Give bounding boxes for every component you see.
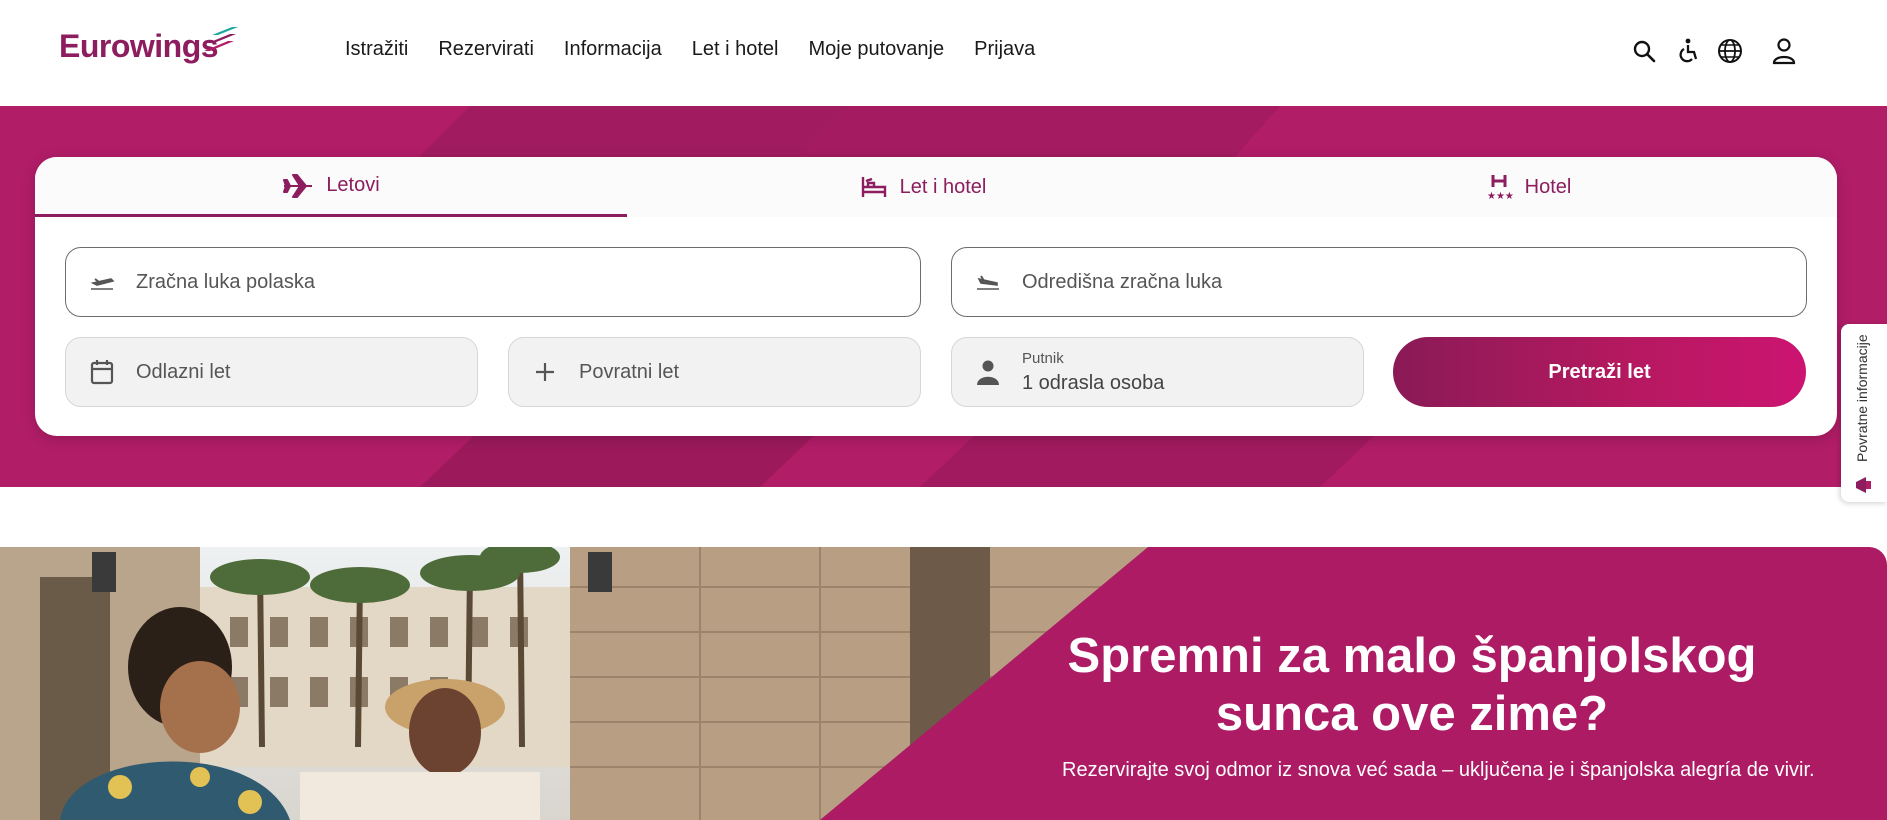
site-header: Eurowings Istražiti Rezervirati Informac… (0, 0, 1887, 106)
tab-let-i-hotel[interactable]: Let i hotel (627, 157, 1219, 217)
plus-icon (531, 358, 559, 386)
person-icon (974, 358, 1002, 386)
promo-title: Spremni za malo španjolskog sunca ove zi… (1067, 629, 1757, 741)
landing-icon (974, 268, 1002, 296)
nav-item-prijava[interactable]: Prijava (974, 38, 1035, 61)
main-nav: Istražiti Rezervirati Informacija Let i … (345, 38, 1065, 61)
nav-item-let-i-hotel[interactable]: Let i hotel (692, 38, 779, 61)
passenger-label: Putnik (1022, 350, 1064, 367)
accessibility-icon[interactable] (1674, 36, 1704, 66)
tab-hotel[interactable]: ★★★ Hotel (1219, 157, 1837, 217)
promo-banner[interactable]: Spremni za malo španjolskog sunca ove zi… (0, 547, 1887, 820)
return-placeholder: Povratni let (579, 360, 680, 383)
search-tabs: Letovi Let i hotel ★★★ Hotel (35, 157, 1837, 217)
eurowings-logo[interactable]: Eurowings (59, 27, 238, 65)
logo-stripes-icon (204, 27, 238, 51)
tab-label: Let i hotel (899, 175, 987, 198)
flight-search-card: Letovi Let i hotel ★★★ Hotel Zračna luka… (35, 157, 1837, 436)
nav-item-moje-putovanje[interactable]: Moje putovanje (808, 38, 944, 61)
passenger-selector[interactable]: Putnik 1 odrasla osoba (951, 337, 1364, 407)
svg-text:★★★: ★★★ (1487, 191, 1513, 201)
passenger-value: 1 odrasla osoba (1022, 372, 1165, 394)
tab-label: Hotel (1524, 175, 1572, 198)
tab-letovi[interactable]: Letovi (35, 157, 627, 217)
calendar-icon (88, 358, 116, 386)
nav-item-rezervirati[interactable]: Rezervirati (438, 38, 534, 61)
takeoff-icon (88, 268, 116, 296)
logo-text: Eurowings (59, 28, 219, 64)
bed-icon (861, 177, 886, 197)
origin-placeholder: Zračna luka polaska (136, 270, 315, 293)
origin-airport-input[interactable]: Zračna luka polaska (65, 247, 921, 317)
globe-icon[interactable] (1715, 36, 1745, 66)
destination-placeholder: Odredišna zračna luka (1022, 270, 1223, 293)
return-date-field[interactable]: Povratni let (508, 337, 921, 407)
airplane-icon (283, 173, 313, 198)
nav-item-istraziti[interactable]: Istražiti (345, 38, 408, 61)
feedback-label: Povratne informacije (1854, 334, 1870, 462)
destination-airport-input[interactable]: Odredišna zračna luka (951, 247, 1807, 317)
search-icon[interactable] (1629, 36, 1659, 66)
user-icon[interactable] (1769, 36, 1799, 66)
promo-subtitle: Rezervirajte svoj odmor iz snova već sad… (1062, 759, 1815, 781)
nav-item-informacija[interactable]: Informacija (564, 38, 662, 61)
megaphone-icon (1856, 477, 1871, 493)
feedback-tab[interactable]: Povratne informacije (1841, 324, 1887, 502)
hotel-stars-icon: ★★★ (1487, 175, 1513, 201)
departure-date-field[interactable]: Odlazni let (65, 337, 478, 407)
departure-placeholder: Odlazni let (136, 360, 231, 383)
tab-label: Letovi (326, 174, 380, 196)
search-flight-button[interactable]: Pretraži let (1393, 337, 1806, 407)
